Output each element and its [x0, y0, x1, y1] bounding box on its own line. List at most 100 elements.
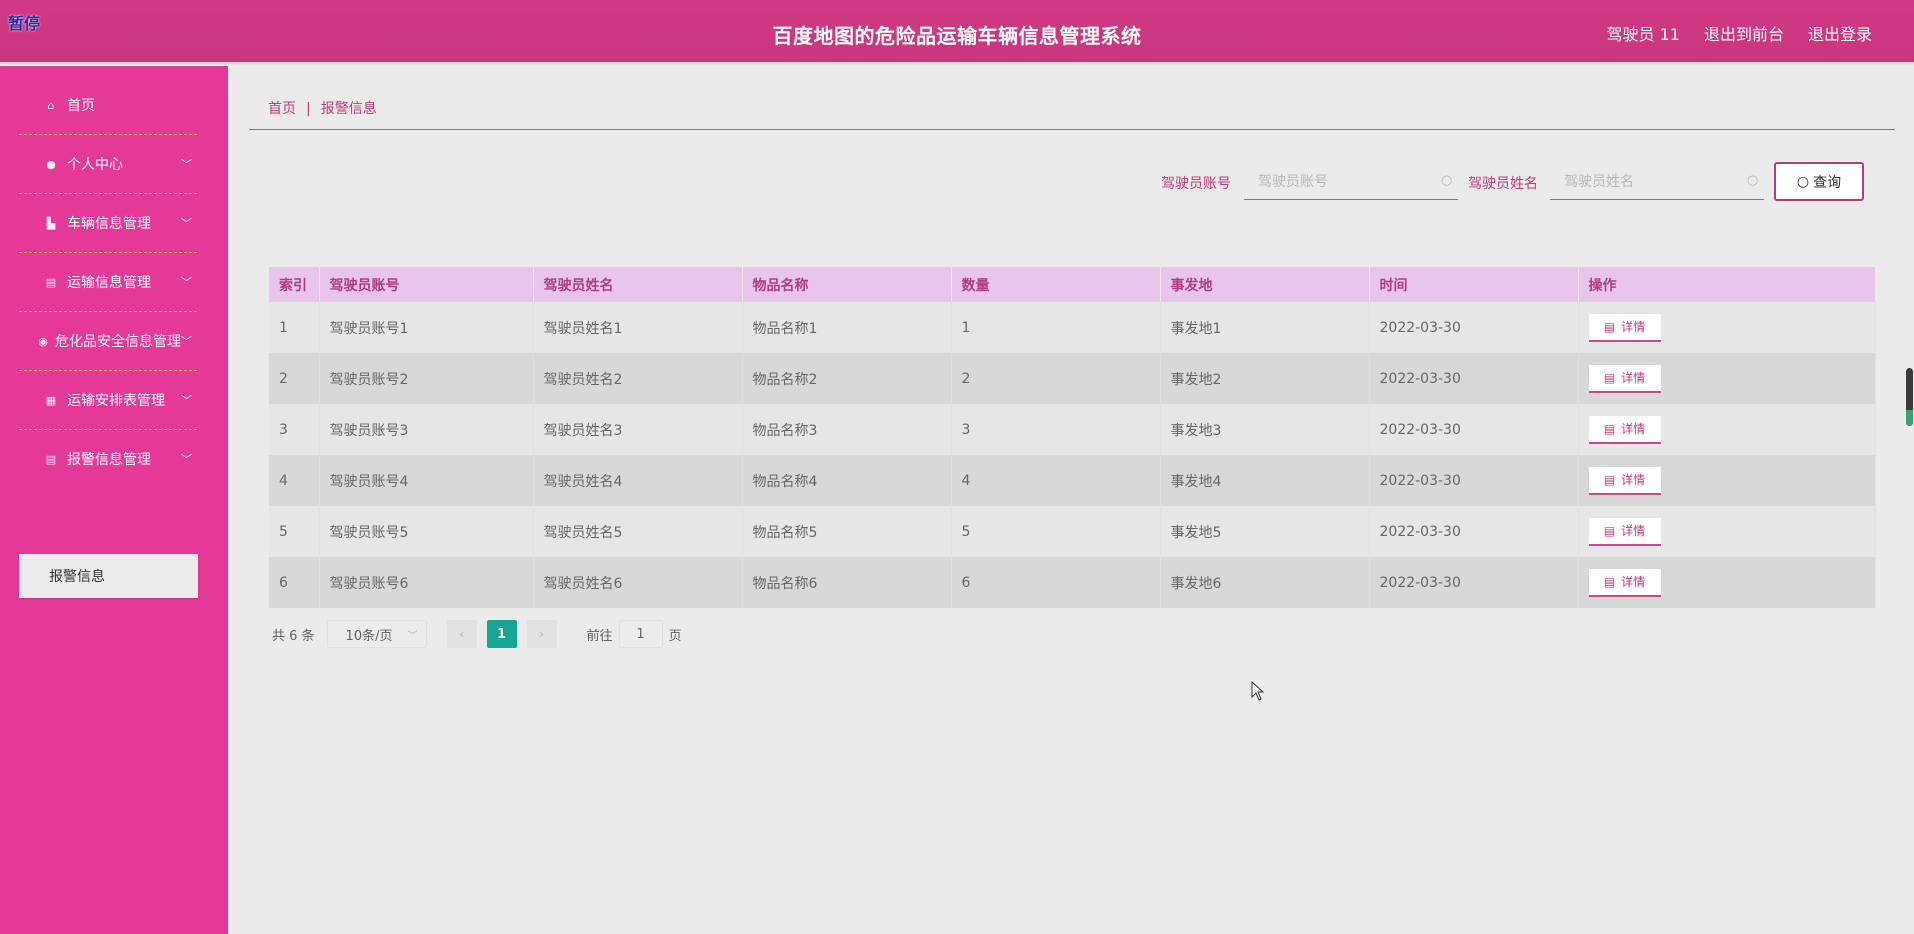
table-cell: 2 [951, 353, 1161, 404]
sidebar-subitem-alarm-info[interactable]: 报警信息 [19, 554, 198, 598]
table-cell: 1 [269, 302, 320, 353]
table-cell: 驾驶员账号4 [319, 455, 534, 506]
grid-icon: ▦ [45, 393, 57, 407]
detail-button[interactable]: ▤ 详情 [1588, 568, 1661, 597]
chevron-down-icon: ﹀ [181, 158, 192, 171]
detail-button[interactable]: ▤ 详情 [1588, 466, 1661, 495]
table-cell: 3 [269, 404, 320, 455]
scrollbar-thumb-end [1906, 410, 1913, 426]
chevron-down-icon: ﹀ [407, 630, 418, 642]
table-cell: ▤ 详情 [1578, 302, 1876, 353]
page-button-current[interactable]: 1 [486, 620, 517, 648]
goto-page-input[interactable]: 1 [618, 620, 663, 648]
table-cell: 2022-03-30 [1369, 353, 1579, 404]
alarm-table: 索引 驾驶员账号 驾驶员姓名 物品名称 数量 事发地 时间 操作 1 驾驶员账号… [269, 267, 1876, 608]
query-button-label: 查询 [1813, 174, 1842, 191]
table-cell: 物品名称5 [742, 506, 952, 557]
sidebar-item-vehicle[interactable]: ▙ 车辆信息管理 ﹀ [19, 194, 197, 253]
column-header: 驾驶员姓名 [533, 267, 743, 302]
column-header: 驾驶员账号 [319, 267, 534, 302]
query-button[interactable]: ○ 查询 [1774, 162, 1864, 201]
table-row: 5 驾驶员账号5 驾驶员姓名5 物品名称5 5 事发地5 2022-03-30 … [269, 506, 1876, 557]
table-cell: 2 [269, 353, 320, 404]
table-cell: 驾驶员姓名6 [533, 557, 743, 608]
table-row: 2 驾驶员账号2 驾驶员姓名2 物品名称2 2 事发地2 2022-03-30 … [269, 353, 1876, 404]
page-size-value: 10条/页 [345, 628, 393, 644]
sidebar-item-schedule[interactable]: ▦ 运输安排表管理 ﹀ [19, 371, 197, 430]
table-cell: 驾驶员账号1 [319, 302, 534, 353]
sidebar-item-hazmat-safety[interactable]: ◉ 危化品安全信息管理 ﹀ [19, 312, 197, 371]
table-cell: 2022-03-30 [1369, 557, 1579, 608]
current-user: 驾驶员 11 [1606, 25, 1680, 44]
table-cell: 2022-03-30 [1369, 404, 1579, 455]
table-cell: 1 [951, 302, 1161, 353]
logout-link[interactable]: 退出登录 [1808, 21, 1872, 45]
name-search-field: ○ [1550, 162, 1764, 200]
account-label: 驾驶员账号 [1161, 176, 1231, 192]
detail-button[interactable]: ▤ 详情 [1588, 415, 1661, 444]
table-cell: ▤ 详情 [1578, 404, 1876, 455]
detail-button[interactable]: ▤ 详情 [1588, 313, 1661, 342]
account-search-input[interactable] [1244, 171, 1441, 190]
detail-button[interactable]: ▤ 详情 [1588, 517, 1661, 546]
document-icon: ▤ [1603, 472, 1616, 487]
table-cell: 物品名称2 [742, 353, 952, 404]
sidebar-item-personal-center[interactable]: ● 个人中心 ﹀ [19, 135, 197, 194]
detail-label: 详情 [1621, 473, 1646, 487]
breadcrumb: 首页 | 报警信息 [268, 98, 377, 118]
detail-button[interactable]: ▤ 详情 [1588, 364, 1661, 393]
table-cell: ▤ 详情 [1578, 557, 1876, 608]
column-header: 物品名称 [742, 267, 952, 302]
breadcrumb-home[interactable]: 首页 [268, 101, 296, 117]
table-row: 3 驾驶员账号3 驾驶员姓名3 物品名称3 3 事发地3 2022-03-30 … [269, 404, 1876, 455]
table-cell: 驾驶员账号3 [319, 404, 534, 455]
sidebar-item-alarm[interactable]: ▤ 报警信息管理 ﹀ [19, 430, 197, 488]
table-cell: 驾驶员姓名2 [533, 353, 743, 404]
name-search-input[interactable] [1550, 171, 1747, 190]
search-icon: ○ [1441, 173, 1453, 188]
table-cell: ▤ 详情 [1578, 455, 1876, 506]
document-icon: ▤ [1603, 319, 1616, 334]
table-cell: 驾驶员姓名1 [533, 302, 743, 353]
table-cell: 驾驶员姓名3 [533, 404, 743, 455]
table-cell: 驾驶员账号6 [319, 557, 534, 608]
sidebar-item-transport[interactable]: ▤ 运输信息管理 ﹀ [19, 253, 197, 312]
mouse-cursor-icon [1251, 681, 1265, 701]
table-cell: 物品名称3 [742, 404, 952, 455]
table-cell: 驾驶员姓名5 [533, 506, 743, 557]
prev-page-button[interactable]: ‹ [446, 620, 477, 648]
table-cell: 事发地3 [1160, 404, 1370, 455]
detail-label: 详情 [1621, 320, 1646, 334]
next-page-button[interactable]: › [526, 620, 557, 648]
table-cell: 物品名称6 [742, 557, 952, 608]
sidebar-item-label: 报警信息管理 [67, 452, 151, 468]
table-header-row: 索引 驾驶员账号 驾驶员姓名 物品名称 数量 事发地 时间 操作 [269, 267, 1876, 302]
table-cell: 5 [269, 506, 320, 557]
document-icon: ▤ [1603, 370, 1616, 385]
sidebar-item-label: 危化品安全信息管理 [55, 334, 181, 350]
document-icon: ▤ [1603, 523, 1616, 538]
column-header: 索引 [269, 267, 320, 302]
table-cell: 物品名称4 [742, 455, 952, 506]
table-cell: 5 [951, 506, 1161, 557]
clipboard-icon: ▤ [45, 452, 57, 466]
sidebar-item-home[interactable]: ⌂ 首页 [19, 76, 197, 135]
breadcrumb-separator: | [306, 101, 311, 117]
table-cell: 6 [951, 557, 1161, 608]
breadcrumb-current: 报警信息 [320, 101, 377, 117]
header-actions: 驾驶员 11 退出到前台 退出登录 [1607, 21, 1872, 45]
name-label: 驾驶员姓名 [1468, 176, 1538, 192]
vehicle-icon: ▙ [46, 216, 56, 230]
chevron-down-icon: ﹀ [181, 217, 192, 230]
chevron-left-icon: ‹ [459, 627, 464, 641]
table-row: 6 驾驶员账号6 驾驶员姓名6 物品名称6 6 事发地6 2022-03-30 … [269, 557, 1876, 608]
home-icon: ⌂ [47, 98, 55, 112]
detail-label: 详情 [1621, 422, 1646, 436]
detail-label: 详情 [1621, 524, 1646, 538]
table-cell: 4 [951, 455, 1161, 506]
table-cell: ▤ 详情 [1578, 506, 1876, 557]
back-to-front-link[interactable]: 退出到前台 [1704, 21, 1784, 45]
page-size-select[interactable]: 10条/页 ﹀ [326, 620, 427, 648]
page-unit-label: 页 [668, 628, 682, 644]
clipboard-icon: ▤ [45, 275, 57, 289]
